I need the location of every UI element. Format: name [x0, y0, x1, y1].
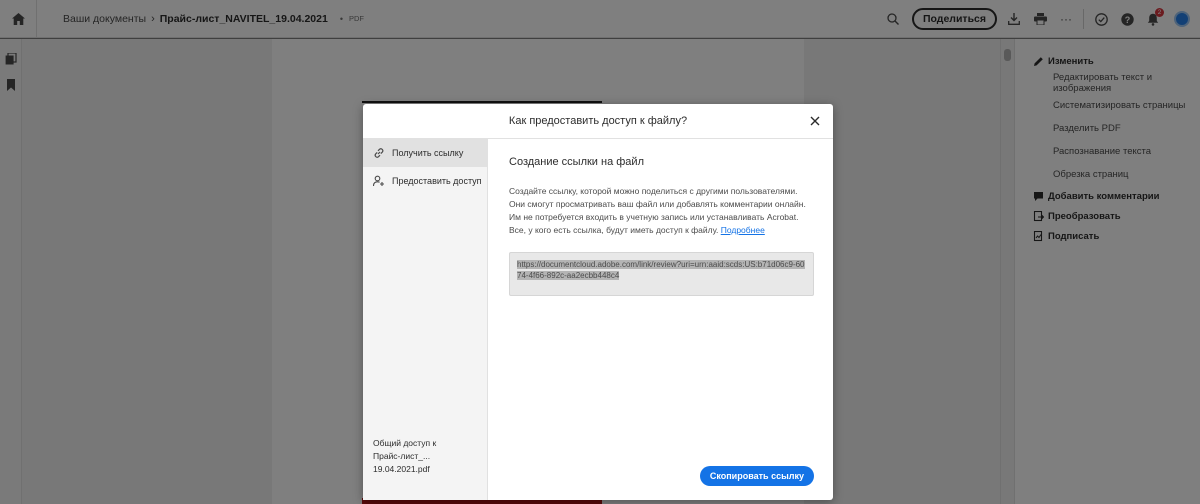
shared-file-name: Прайс-лист_... 19.04.2021.pdf — [373, 451, 431, 474]
shared-file-info: Общий доступ к Прайс-лист_... 19.04.2021… — [373, 437, 487, 476]
share-link-field[interactable]: https://documentcloud.adobe.com/link/rev… — [509, 252, 814, 296]
copy-link-button[interactable]: Скопировать ссылку — [699, 466, 814, 486]
share-dialog: Как предоставить доступ к файлу? Получит… — [363, 104, 833, 500]
sidebar-item-get-link[interactable]: Получить ссылку — [363, 139, 487, 167]
add-user-icon — [373, 175, 385, 187]
content-description: Создайте ссылку, которой можно поделитьс… — [509, 185, 809, 237]
shared-file-caption: Общий доступ к — [373, 438, 437, 448]
link-icon — [373, 147, 385, 159]
learn-more-link[interactable]: Подробнее — [721, 225, 765, 235]
dialog-sidebar: Получить ссылку Предоставить доступ Общи… — [363, 139, 488, 500]
dialog-content: Создание ссылки на файл Создайте ссылку,… — [489, 139, 833, 500]
close-icon[interactable] — [809, 115, 821, 127]
dialog-header: Как предоставить доступ к файлу? — [363, 104, 833, 139]
sidebar-item-share-access-label: Предоставить доступ — [392, 176, 482, 186]
content-heading: Создание ссылки на файл — [509, 156, 644, 168]
sidebar-item-get-link-label: Получить ссылку — [392, 148, 464, 158]
dialog-title: Как предоставить доступ к файлу? — [508, 115, 688, 127]
sidebar-item-share-access[interactable]: Предоставить доступ — [363, 167, 487, 195]
share-link-text: https://documentcloud.adobe.com/link/rev… — [517, 260, 805, 280]
